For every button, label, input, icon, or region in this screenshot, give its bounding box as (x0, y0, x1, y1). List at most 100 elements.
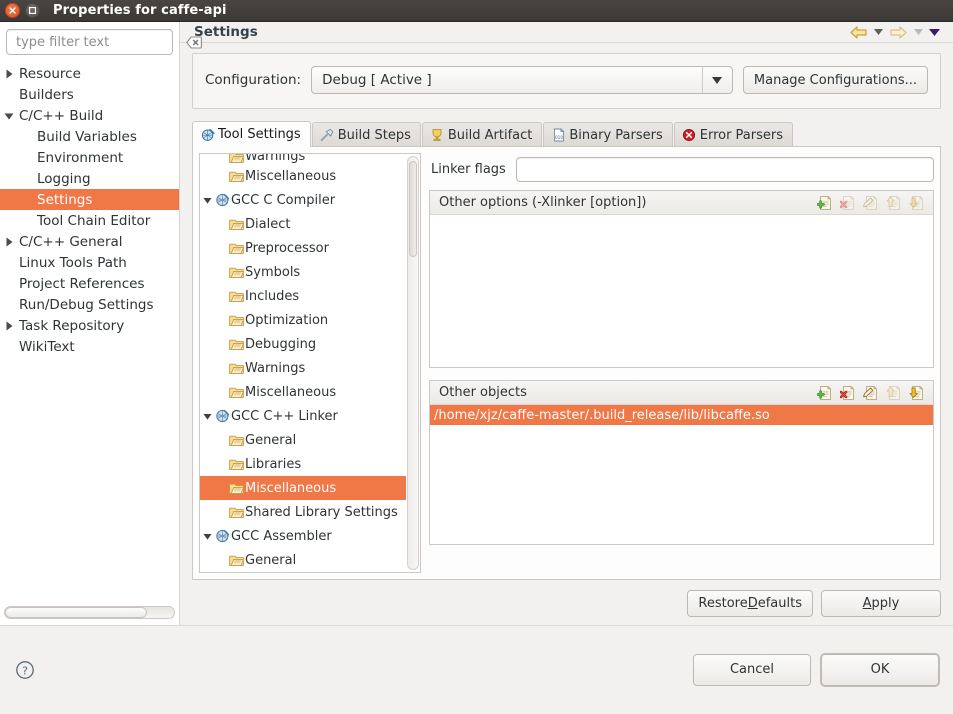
tab-build-artifact[interactable]: Build Artifact (421, 122, 543, 147)
filter-box[interactable] (6, 29, 202, 55)
chevron-down-icon[interactable] (200, 532, 214, 541)
apply-button[interactable]: Apply (821, 590, 941, 617)
configuration-value: Debug [ Active ] (322, 72, 432, 88)
configuration-group: Configuration: Debug [ Active ] Manage C… (192, 53, 941, 109)
sidebar-item-label: C/C++ Build (19, 107, 104, 124)
folder-icon (228, 553, 245, 567)
maximize-icon[interactable] (25, 3, 40, 18)
tab-tool-settings[interactable]: Tool Settings (192, 121, 311, 147)
list-item[interactable]: /home/xjz/caffe-master/.build_release/li… (430, 405, 933, 425)
other-options-header: Other options (-Xlinker [option]) (430, 191, 933, 215)
chevron-down-icon[interactable] (701, 67, 732, 93)
page-title: Settings (194, 24, 258, 40)
tab-build-steps[interactable]: Build Steps (311, 122, 421, 147)
tool-tree-item-includes[interactable]: Includes (200, 284, 406, 308)
manage-configurations-button[interactable]: Manage Configurations... (742, 66, 928, 94)
back-arrow-icon[interactable] (847, 22, 869, 42)
tool-tree-item-label: GCC C++ Linker (231, 408, 338, 424)
sidebar-item-label: WikiText (19, 338, 75, 355)
move-down-icon[interactable] (908, 384, 925, 401)
other-objects-toolbar[interactable] (816, 384, 929, 401)
sidebar-item-project-references[interactable]: Project References (0, 273, 179, 294)
scrollbar-thumb[interactable] (409, 161, 417, 257)
tool-tree-item-miscellaneous[interactable]: Miscellaneous (200, 164, 406, 188)
chevron-down-icon[interactable] (0, 111, 18, 121)
restore-defaults-button[interactable]: Restore Defaults (687, 590, 813, 617)
tool-tree-item-miscellaneous[interactable]: Miscellaneous (200, 476, 406, 500)
sidebar-hscrollbar[interactable] (0, 603, 179, 625)
sidebar-item-linux-tools-path[interactable]: Linux Tools Path (0, 252, 179, 273)
tool-tree-item-dialect[interactable]: Dialect (200, 212, 406, 236)
tool-tree-item-libraries[interactable]: Libraries (200, 452, 406, 476)
tool-tree-item-shared-library-settings[interactable]: Shared Library Settings (200, 500, 406, 524)
tool-tree-container: Warnings Miscellaneous GCC C Compiler Diale… (199, 153, 421, 573)
tool-tree-item-preprocessor[interactable]: Preprocessor (200, 236, 406, 260)
sidebar-item-task-repository[interactable]: Task Repository (0, 315, 179, 336)
scrollbar-thumb[interactable] (5, 607, 147, 618)
sidebar-item-tool-chain-editor[interactable]: Tool Chain Editor (0, 210, 179, 231)
sidebar-item-settings[interactable]: Settings (0, 189, 179, 210)
view-menu-chevron-down-icon[interactable] (927, 22, 941, 42)
other-options-list[interactable] (430, 215, 933, 367)
forward-arrow-icon[interactable] (887, 22, 909, 42)
ok-button[interactable]: OK (821, 653, 939, 686)
tab-error-parsers[interactable]: Error Parsers (673, 122, 794, 147)
tool-tree-item-label: GCC C Compiler (231, 192, 336, 208)
other-objects-title: Other objects (439, 385, 527, 400)
linker-flags-input[interactable] (515, 157, 934, 182)
other-objects-list[interactable]: /home/xjz/caffe-master/.build_release/li… (430, 405, 933, 544)
search-input[interactable] (16, 34, 186, 50)
restore-defaults-pre: Restore (698, 596, 748, 611)
sidebar-item-builders[interactable]: Builders (0, 84, 179, 105)
tool-tree-item-gcc-c++-linker[interactable]: GCC C++ Linker (200, 404, 406, 428)
sidebar-item-label: Environment (37, 149, 124, 166)
chevron-down-icon[interactable] (200, 196, 214, 205)
tool-tree-item-label: Miscellaneous (245, 480, 337, 496)
sidebar-item-resource[interactable]: Resource (0, 63, 179, 84)
chevron-right-icon[interactable] (0, 69, 18, 79)
add-icon[interactable] (816, 384, 833, 401)
clear-icon[interactable] (186, 35, 202, 49)
tool-tree-vscrollbar[interactable] (406, 154, 420, 572)
configuration-select[interactable]: Debug [ Active ] (311, 66, 733, 94)
edit-icon[interactable] (862, 384, 879, 401)
tool-tree-item-warnings[interactable]: Warnings (200, 154, 406, 164)
tool-tree-item-gcc-assembler[interactable]: GCC Assembler (200, 524, 406, 548)
chevron-down-icon[interactable] (200, 412, 214, 421)
close-icon[interactable] (5, 3, 20, 18)
sidebar-item-label: Task Repository (19, 317, 125, 334)
sidebar-item-wikitext[interactable]: WikiText (0, 336, 179, 357)
folder-icon (228, 313, 245, 327)
tool-tree[interactable]: Warnings Miscellaneous GCC C Compiler Diale… (200, 154, 406, 572)
tool-tree-item-gcc-c-compiler[interactable]: GCC C Compiler (200, 188, 406, 212)
sidebar-item-run-debug-settings[interactable]: Run/Debug Settings (0, 294, 179, 315)
chevron-right-icon[interactable] (0, 321, 18, 331)
sidebar-item-build-variables[interactable]: Build Variables (0, 126, 179, 147)
add-icon[interactable] (816, 194, 833, 211)
sidebar-item-c-c-general[interactable]: C/C++ General (0, 231, 179, 252)
tool-tree-item-miscellaneous[interactable]: Miscellaneous (200, 380, 406, 404)
other-options-toolbar[interactable] (816, 194, 929, 211)
tab-bar[interactable]: Tool Settings Build Steps Build Artifact 01… (192, 121, 941, 147)
cancel-button[interactable]: Cancel (693, 653, 811, 686)
tool-tree-item-general[interactable]: General (200, 548, 406, 572)
tool-tree-item-warnings[interactable]: Warnings (200, 356, 406, 380)
sidebar-item-c-c-build[interactable]: C/C++ Build (0, 105, 179, 126)
delete-icon[interactable] (839, 384, 856, 401)
sidebar-item-environment[interactable]: Environment (0, 147, 179, 168)
chevron-right-icon[interactable] (0, 237, 18, 247)
tool-tree-item-optimization[interactable]: Optimization (200, 308, 406, 332)
settings-tree[interactable]: Resource Builders C/C++ Build Build Variabl… (0, 61, 179, 603)
tool-tree-item-debugging[interactable]: Debugging (200, 332, 406, 356)
scrollbar-track[interactable] (4, 606, 175, 619)
back-history-chevron-down-icon[interactable] (871, 22, 885, 42)
scrollbar-track[interactable] (407, 156, 419, 570)
tab-binary-parsers[interactable]: 010 Binary Parsers (543, 122, 673, 147)
window-titlebar: Properties for caffe-api (0, 0, 953, 22)
help-icon[interactable]: ? (14, 659, 36, 681)
sidebar-item-logging[interactable]: Logging (0, 168, 179, 189)
tool-tree-item-general[interactable]: General (200, 428, 406, 452)
tool-tree-item-label: Optimization (245, 312, 329, 328)
tool-tree-item-symbols[interactable]: Symbols (200, 260, 406, 284)
apply-post: pply (871, 596, 900, 611)
